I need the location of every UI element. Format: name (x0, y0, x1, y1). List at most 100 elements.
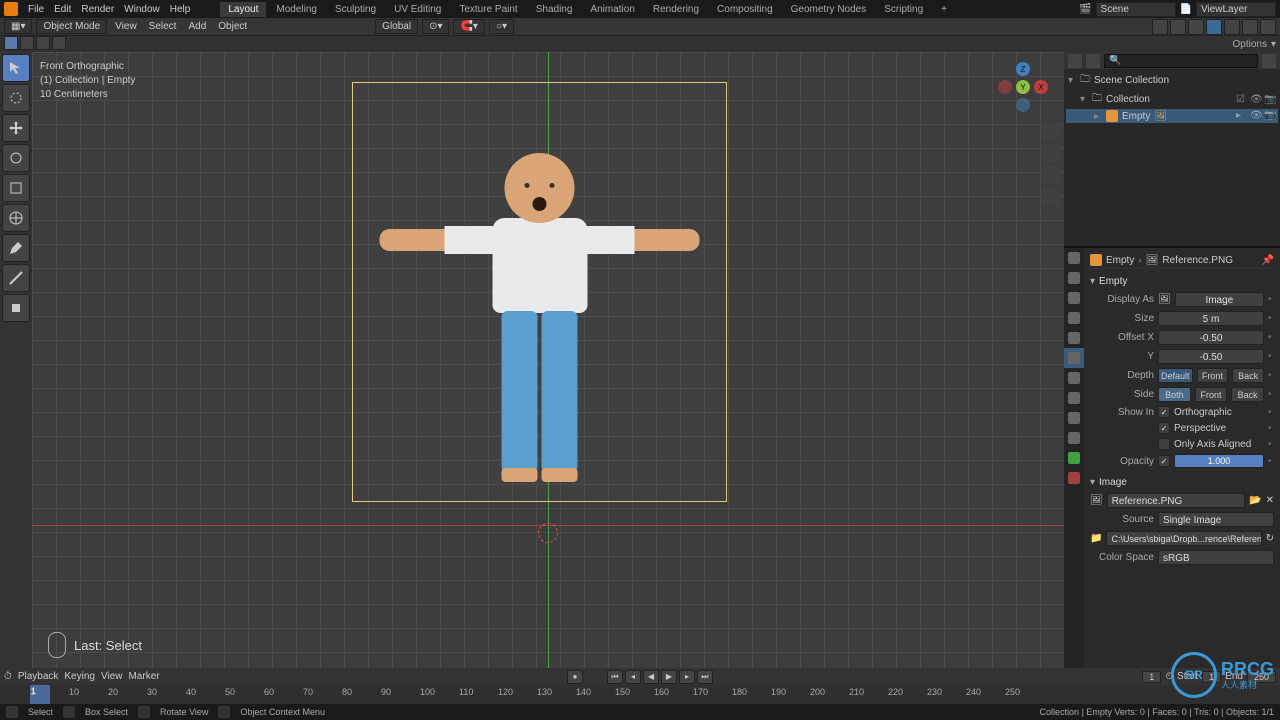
depth-default[interactable]: Default (1158, 368, 1193, 383)
outliner-display-icon[interactable] (1086, 54, 1100, 68)
ws-modeling[interactable]: Modeling (268, 2, 325, 17)
ptab-object[interactable] (1064, 348, 1084, 368)
ws-texpaint[interactable]: Texture Paint (451, 2, 525, 17)
pan-icon[interactable] (1042, 144, 1060, 162)
checkbox-axis-aligned[interactable] (1158, 438, 1170, 450)
opacity-slider[interactable]: 1.000 (1174, 454, 1264, 468)
reference-image-bounds[interactable] (352, 82, 727, 502)
axis-z[interactable]: Z (1016, 62, 1030, 76)
scene-name-input[interactable] (1096, 2, 1176, 17)
current-frame-field[interactable]: 1 (1142, 671, 1161, 683)
checkbox-opacity[interactable] (1158, 455, 1170, 467)
proportional-dropdown[interactable]: ○▾ (489, 19, 514, 34)
rotate-tool[interactable] (2, 144, 30, 172)
pivot-dropdown[interactable]: ⊙▾ (422, 19, 449, 34)
xray-toggle[interactable] (1188, 19, 1204, 35)
viewport-3d[interactable]: Front Orthographic (1) Collection | Empt… (32, 52, 1064, 668)
render-icon[interactable]: 📷 (1264, 94, 1276, 106)
jump-start-btn[interactable]: ⏮ (607, 670, 623, 684)
image-name-field[interactable]: Reference.PNG (1107, 493, 1245, 508)
ws-add[interactable]: + (933, 2, 955, 17)
eye-icon[interactable]: 👁 (1250, 110, 1262, 122)
side-back[interactable]: Back (1231, 387, 1264, 402)
render-icon[interactable]: 📷 (1264, 110, 1276, 122)
outliner-type-icon[interactable] (1068, 54, 1082, 68)
source-dropdown[interactable]: Single Image (1158, 512, 1274, 527)
ptab-particles[interactable] (1064, 388, 1084, 408)
play-rev-btn[interactable]: ◀ (643, 670, 659, 684)
checkbox-perspective[interactable] (1158, 422, 1170, 434)
ptab-physics[interactable] (1064, 408, 1084, 428)
header-select[interactable]: Select (149, 21, 177, 32)
shading-wireframe[interactable] (1206, 19, 1222, 35)
measure-tool[interactable] (2, 264, 30, 292)
add-primitive-tool[interactable] (2, 294, 30, 322)
ptab-scene[interactable] (1064, 308, 1084, 328)
shading-matprev[interactable] (1242, 19, 1258, 35)
next-key-btn[interactable]: ▸ (679, 670, 695, 684)
scale-tool[interactable] (2, 174, 30, 202)
strip-btn-2[interactable] (20, 36, 34, 50)
select-mode-btn[interactable] (4, 36, 18, 50)
eye-icon[interactable]: 👁 (1250, 94, 1262, 106)
outliner-row-collection[interactable]: ▾🗀 Collection ☑👁📷 (1066, 90, 1278, 109)
tl-keying[interactable]: Keying (64, 671, 95, 682)
depth-front[interactable]: Front (1197, 368, 1229, 383)
orientation-dropdown[interactable]: Global (375, 19, 418, 34)
checkbox-orthographic[interactable] (1158, 406, 1170, 418)
mode-dropdown[interactable]: Object Mode (36, 19, 107, 34)
select-toggle-icon[interactable]: ▸ (1236, 110, 1248, 122)
ws-layout[interactable]: Layout (220, 2, 266, 17)
strip-btn-4[interactable] (52, 36, 66, 50)
overlay-toggle[interactable] (1170, 19, 1186, 35)
ptab-world[interactable] (1064, 328, 1084, 348)
ws-shading[interactable]: Shading (528, 2, 581, 17)
tl-playback[interactable]: Playback (18, 671, 59, 682)
clock-icon[interactable]: ⏲ (1165, 671, 1173, 682)
play-btn[interactable]: ▶ (661, 670, 677, 684)
header-view[interactable]: View (115, 21, 137, 32)
ptab-output[interactable] (1064, 268, 1084, 288)
ptab-data[interactable] (1064, 448, 1084, 468)
ws-uv[interactable]: UV Editing (386, 2, 449, 17)
reload-icon[interactable]: ↻ (1266, 533, 1274, 544)
options-dropdown[interactable]: Options (1233, 39, 1267, 50)
ws-scripting[interactable]: Scripting (876, 2, 931, 17)
ptab-render[interactable] (1064, 248, 1084, 268)
shading-rendered[interactable] (1260, 19, 1276, 35)
tl-view[interactable]: View (101, 671, 123, 682)
menu-help[interactable]: Help (170, 4, 191, 15)
axis-y[interactable]: Y (1016, 80, 1030, 94)
display-as-dropdown[interactable]: Image (1175, 292, 1264, 307)
side-front[interactable]: Front (1195, 387, 1228, 402)
ws-sculpting[interactable]: Sculpting (327, 2, 384, 17)
pin-icon[interactable]: 📌 (1262, 255, 1274, 266)
size-field[interactable]: 5 m (1158, 311, 1264, 326)
camera-view-icon[interactable] (1042, 166, 1060, 184)
depth-back[interactable]: Back (1232, 368, 1264, 383)
annotate-tool[interactable] (2, 234, 30, 262)
viewlayer-name-input[interactable] (1196, 2, 1276, 17)
section-image[interactable]: ▾Image (1088, 474, 1276, 491)
colorspace-dropdown[interactable]: sRGB (1158, 550, 1274, 565)
ptab-material[interactable] (1064, 468, 1084, 488)
outliner-row-scene[interactable]: ▾🗀 Scene Collection (1066, 71, 1278, 90)
folder-icon[interactable]: 📁 (1090, 533, 1102, 544)
axis-x[interactable]: X (1034, 80, 1048, 94)
offset-y-field[interactable]: -0.50 (1158, 349, 1264, 364)
filepath-field[interactable]: C:\Users\sbiga\Dropb...rence\Reference.P… (1106, 531, 1261, 546)
zoom-icon[interactable] (1042, 122, 1060, 140)
ws-rendering[interactable]: Rendering (645, 2, 707, 17)
nav-gizmo[interactable]: Z Y X (998, 62, 1048, 112)
side-both[interactable]: Both (1158, 387, 1191, 402)
ptab-constraints[interactable] (1064, 428, 1084, 448)
shading-solid[interactable] (1224, 19, 1240, 35)
outliner-search-input[interactable] (1104, 54, 1258, 68)
menu-edit[interactable]: Edit (54, 4, 71, 15)
section-empty[interactable]: ▾Empty (1088, 273, 1276, 290)
axis-z-neg[interactable] (1016, 98, 1030, 112)
timeline-track[interactable]: 1 11020304050607080901001101201301401501… (0, 685, 1280, 704)
offset-x-field[interactable]: -0.50 (1158, 330, 1264, 345)
ws-compositing[interactable]: Compositing (709, 2, 781, 17)
header-object[interactable]: Object (218, 21, 247, 32)
